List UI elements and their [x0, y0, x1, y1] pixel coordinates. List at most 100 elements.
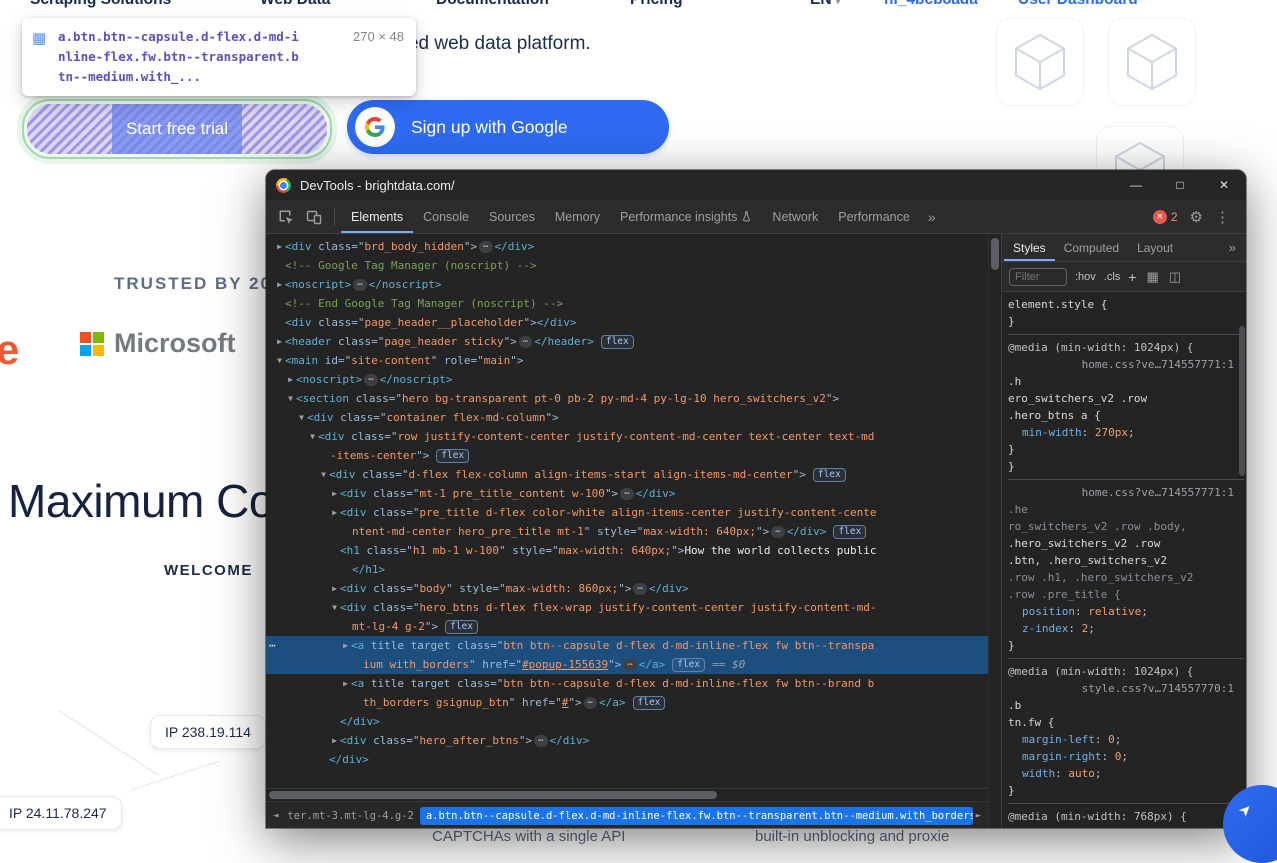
dom-tree-node[interactable]: ▶<a title target class="btn btn--capsule…: [266, 674, 988, 693]
css-source-link[interactable]: home.css?ve…714557771:1: [1008, 356, 1244, 373]
dom-tree-node[interactable]: th_borders gsignup_btn" href="#">⋯</a>fl…: [266, 693, 988, 712]
dom-tree-node[interactable]: </h1>: [266, 560, 988, 579]
element-classes-button[interactable]: .cls: [1104, 271, 1121, 283]
account-id-link[interactable]: hl_4bcb8ada: [884, 0, 978, 9]
flex-badge[interactable]: flex: [813, 468, 846, 482]
dom-tree-node[interactable]: ▶<div class="body" style="max-width: 860…: [266, 579, 988, 598]
device-toolbar-icon[interactable]: [302, 205, 326, 229]
maximize-button[interactable]: □: [1158, 170, 1202, 200]
breadcrumb-scroll-right-icon[interactable]: ►: [973, 811, 984, 821]
css-selector-line[interactable]: .b: [1008, 697, 1244, 714]
tab-elements[interactable]: Elements: [341, 201, 413, 233]
css-media-query[interactable]: @media (min-width: 1024px) {: [1008, 339, 1244, 356]
dom-tree-node[interactable]: <!-- Google Tag Manager (noscript) -->: [266, 256, 988, 275]
css-property-name[interactable]: position: [1022, 605, 1075, 618]
dom-tree-node[interactable]: ▶<div class="hero_after_btns">⋯</div>: [266, 731, 988, 750]
start-free-trial-button[interactable]: Start free trial: [22, 99, 332, 159]
breadcrumb-item[interactable]: ter.mt-3.mt-lg-4.g-2: [281, 807, 419, 825]
css-selector-line[interactable]: .btn, .hero_switchers_v2: [1008, 552, 1244, 569]
css-selector-line[interactable]: ro_switchers_v2 .row .body,: [1008, 518, 1244, 535]
css-property-name[interactable]: z-index: [1022, 622, 1068, 635]
disclosure-arrow[interactable]: ▶: [329, 503, 340, 522]
css-property-value[interactable]: relative: [1088, 605, 1141, 618]
dom-tree-node[interactable]: ▼<div class="container flex-md-column">: [266, 408, 988, 427]
css-media-query[interactable]: @media (min-width: 1024px) {: [1008, 663, 1244, 680]
styles-filter-input[interactable]: [1009, 268, 1067, 286]
computed-sidebar-icon[interactable]: ◫: [1169, 269, 1181, 285]
more-tabs-button[interactable]: »: [920, 209, 944, 225]
scrollbar-thumb[interactable]: [991, 238, 999, 270]
tab-sources[interactable]: Sources: [479, 201, 545, 233]
disclosure-arrow[interactable]: ▶: [274, 237, 285, 256]
dom-tree-node[interactable]: ▶<header class="page_header sticky">⋯</h…: [266, 332, 988, 351]
dom-tree-node[interactable]: ▼<div class="hero_btns d-flex flex-wrap …: [266, 598, 988, 617]
dom-tree-node[interactable]: ▶<div class="pre_title d-flex color-whit…: [266, 503, 988, 522]
nav-item-pricing[interactable]: Pricing: [630, 0, 683, 9]
expand-inline-button[interactable]: ⋯: [771, 526, 784, 538]
css-selector-line[interactable]: .hero_switchers_v2 .row: [1008, 535, 1244, 552]
expand-inline-button[interactable]: ⋯: [519, 336, 532, 348]
vertical-scrollbar[interactable]: [988, 234, 1001, 828]
css-property-name[interactable]: width: [1022, 767, 1055, 780]
dom-tree-node[interactable]: ▶<div class="brd_body_hidden">⋯</div>: [266, 237, 988, 256]
expand-inline-button[interactable]: ⋯: [353, 279, 366, 291]
dom-tree-node[interactable]: mt-lg-4 g-2">flex: [266, 617, 988, 636]
tab-computed[interactable]: Computed: [1055, 235, 1128, 261]
css-property-name[interactable]: margin-left: [1022, 733, 1095, 746]
flex-badge[interactable]: flex: [633, 696, 666, 710]
inspect-element-icon[interactable]: [274, 205, 298, 229]
css-selector-line[interactable]: .he: [1008, 501, 1244, 518]
scrollbar-thumb[interactable]: [269, 791, 717, 799]
disclosure-arrow[interactable]: ▼: [318, 465, 329, 484]
dom-tree-node[interactable]: ▼<div class="row justify-content-center …: [266, 427, 988, 446]
css-selector-line[interactable]: .row .pre_title {: [1008, 586, 1244, 603]
dom-tree-node[interactable]: </div>: [266, 712, 988, 731]
css-property-line[interactable]: margin-right: 0;: [1008, 748, 1244, 765]
error-badge[interactable]: ✕ 2: [1153, 210, 1178, 224]
dom-tree-node[interactable]: ium with_borders" href="#popup-155639">⋯…: [266, 655, 988, 674]
expand-inline-button[interactable]: ⋯: [534, 735, 547, 747]
css-property-value[interactable]: auto: [1068, 767, 1095, 780]
styles-scrollbar-thumb[interactable]: [1239, 326, 1245, 476]
expand-inline-button[interactable]: ⋯: [620, 488, 633, 500]
kebab-menu-icon[interactable]: ⋮: [1215, 208, 1230, 226]
disclosure-arrow[interactable]: ▶: [340, 636, 351, 655]
disclosure-arrow[interactable]: ▼: [296, 408, 307, 427]
tab-network[interactable]: Network: [762, 201, 828, 233]
language-selector[interactable]: EN▾: [810, 0, 841, 9]
disclosure-arrow[interactable]: ▶: [285, 370, 296, 389]
disclosure-arrow[interactable]: ▼: [329, 598, 340, 617]
dom-tree-node[interactable]: ▼<div class="d-flex flex-column align-it…: [266, 465, 988, 484]
google-signup-button[interactable]: Sign up with Google: [347, 100, 669, 154]
disclosure-arrow[interactable]: ▼: [274, 351, 285, 370]
disclosure-arrow[interactable]: ▶: [340, 674, 351, 693]
disclosure-arrow[interactable]: ▶: [274, 275, 285, 294]
dom-tree-node[interactable]: ⋯▶<a title target class="btn btn--capsul…: [266, 636, 988, 655]
disclosure-arrow[interactable]: ▼: [307, 427, 318, 446]
flex-badge[interactable]: flex: [601, 335, 634, 349]
nav-item-web-data[interactable]: Web Data: [260, 0, 330, 9]
flex-badge[interactable]: flex: [436, 449, 469, 463]
settings-gear-icon[interactable]: ⚙: [1190, 208, 1203, 226]
dom-tree-node[interactable]: <!-- End Google Tag Manager (noscript) -…: [266, 294, 988, 313]
dom-tree-node[interactable]: ntent-md-center hero_pre_title mt-1" sty…: [266, 522, 988, 541]
css-selector-line[interactable]: }: [1008, 458, 1244, 475]
css-selector-line[interactable]: }: [1008, 441, 1244, 458]
dom-tree-node[interactable]: ▼<section class="hero bg-transparent pt-…: [266, 389, 988, 408]
css-property-line[interactable]: position: relative;: [1008, 603, 1244, 620]
disclosure-arrow[interactable]: ▶: [329, 731, 340, 750]
css-selector-line[interactable]: element.style {: [1008, 296, 1244, 313]
expand-inline-button[interactable]: ⋯: [584, 697, 597, 709]
disclosure-arrow[interactable]: ▶: [274, 332, 285, 351]
expand-inline-button[interactable]: ⋯: [479, 241, 492, 253]
css-property-name[interactable]: margin-right: [1022, 750, 1101, 763]
dom-tree-node[interactable]: ▶<div class="mt-1 pre_title_content w-10…: [266, 484, 988, 503]
flex-badge[interactable]: flex: [672, 658, 705, 672]
pseudo-state-button[interactable]: :hov: [1075, 271, 1096, 283]
css-media-query[interactable]: @media (min-width: 768px) {: [1008, 808, 1244, 825]
tab-console[interactable]: Console: [413, 201, 479, 233]
nav-item-scraping-solutions[interactable]: Scraping Solutions: [30, 0, 171, 9]
nav-item-documentation[interactable]: Documentation: [436, 0, 549, 9]
dom-tree-node[interactable]: -items-center">flex: [266, 446, 988, 465]
css-property-value[interactable]: 270px: [1095, 426, 1128, 439]
